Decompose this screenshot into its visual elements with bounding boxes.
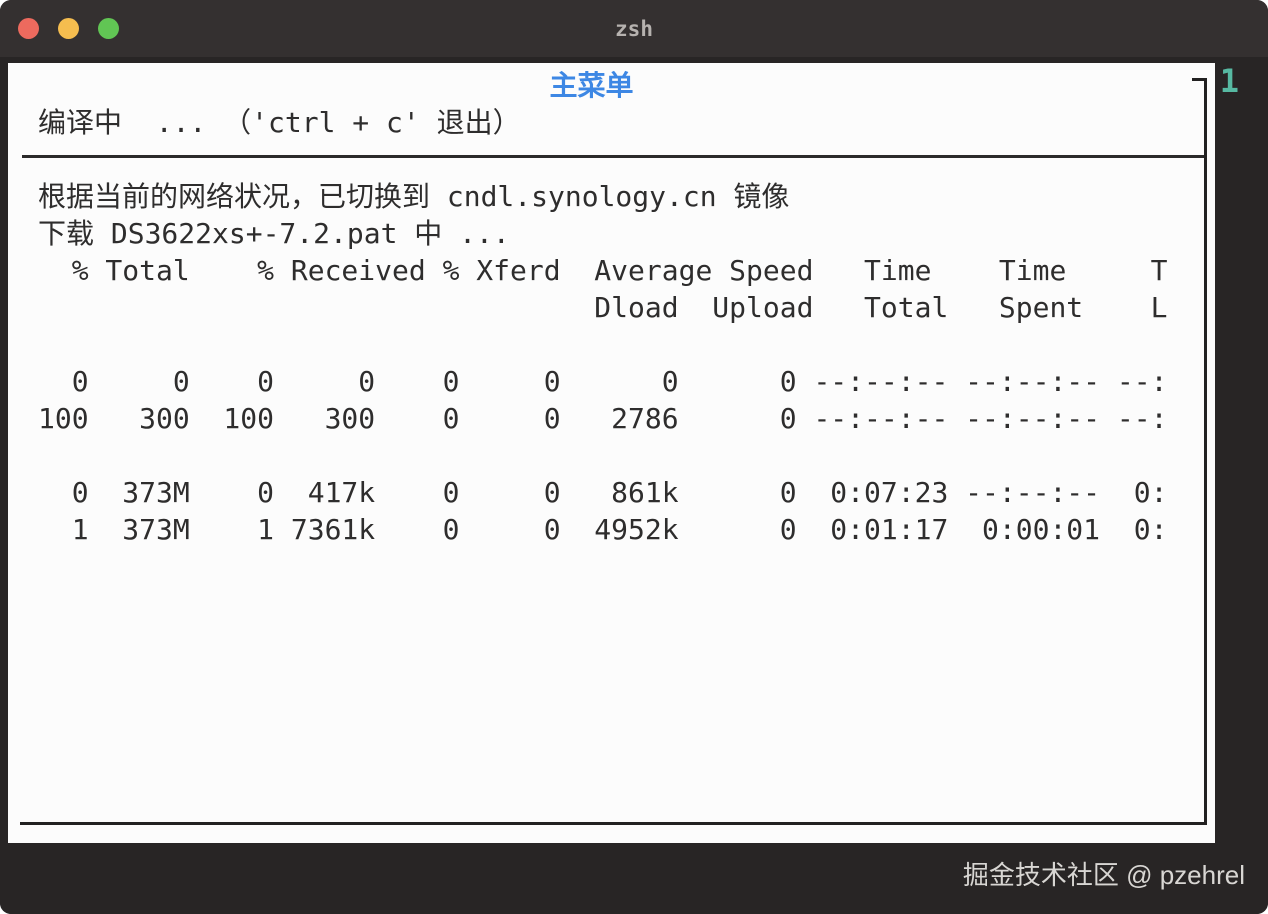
zoom-button[interactable] — [98, 18, 119, 39]
close-button[interactable] — [18, 18, 39, 39]
horizontal-rule-bottom — [20, 822, 1207, 825]
watermark: 掘金技术社区 @ pzehrel — [962, 860, 1245, 890]
titlebar[interactable]: zsh — [0, 0, 1268, 57]
mirror-line: 根据当前的网络状况，已切换到 cndl.synology.cn 镜像 — [38, 180, 790, 213]
curl-header-row1: % Total % Received % Xferd Average Speed… — [38, 254, 1168, 287]
curl-progress-row: 1 373M 1 7361k 0 0 4952k 0 0:01:17 0:00:… — [38, 513, 1168, 546]
curl-progress-row: 100 300 100 300 0 0 2786 0 --:--:-- --:-… — [38, 402, 1168, 435]
download-line: 下载 DS3622xs+-7.2.pat 中 ... — [38, 217, 510, 250]
traffic-lights — [0, 18, 119, 39]
curl-progress-row: 0 0 0 0 0 0 0 0 --:--:-- --:--:-- --: — [38, 365, 1168, 398]
menu-title: 主菜单 — [549, 69, 634, 102]
pane-number: 1 — [1219, 62, 1239, 100]
curl-progress-row: 0 373M 0 417k 0 0 861k 0 0:07:23 --:--:-… — [38, 476, 1168, 509]
tui-panel: 主菜单 编译中 ... （'ctrl + c' 退出） 根据当前的网络状况，已切… — [8, 63, 1215, 843]
curl-header-row2: Dload Upload Total Spent L — [38, 291, 1168, 324]
minimize-button[interactable] — [58, 18, 79, 39]
horizontal-rule-top — [22, 155, 1205, 158]
window-title: zsh — [615, 16, 653, 41]
terminal-window: zsh 1 主菜单 编译中 ... （'ctrl + c' 退出） 根据当前的网… — [0, 0, 1268, 914]
terminal-screen[interactable]: 1 主菜单 编译中 ... （'ctrl + c' 退出） 根据当前的网络状况，… — [0, 57, 1268, 914]
box-border-right — [1204, 78, 1207, 825]
status-line: 编译中 ... （'ctrl + c' 退出） — [38, 106, 521, 139]
